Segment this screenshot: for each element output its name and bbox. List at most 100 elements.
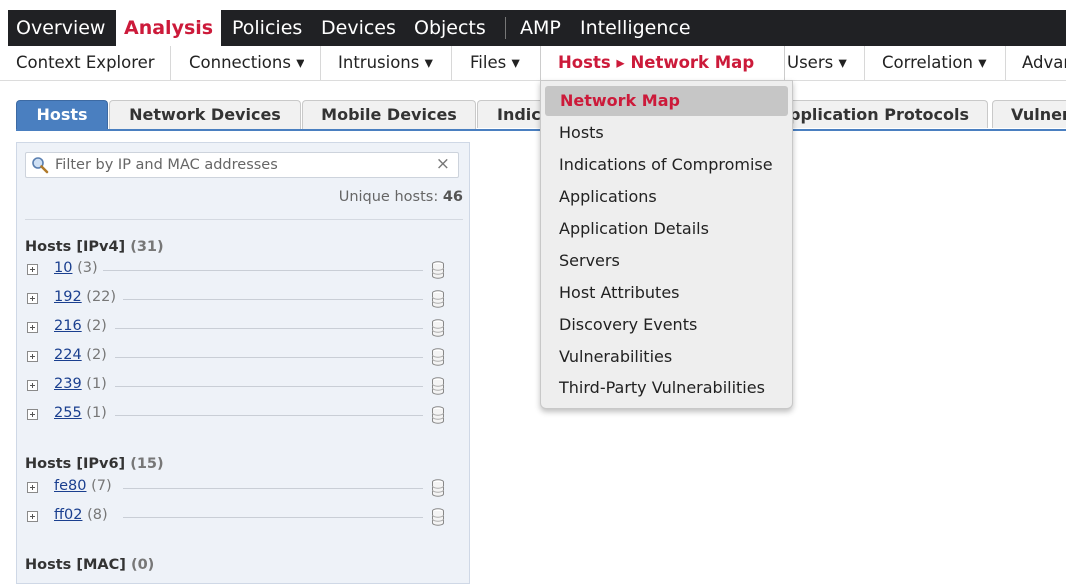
host-count: (7)	[91, 478, 112, 494]
expand-icon[interactable]	[27, 293, 38, 304]
row-leader	[115, 386, 423, 387]
host-row: 216 (2)	[27, 318, 455, 338]
expand-icon[interactable]	[27, 482, 38, 493]
subnav-divider	[864, 46, 865, 80]
group-title-text: Hosts [IPv4]	[25, 239, 126, 255]
group-title-text: Hosts [MAC]	[25, 557, 126, 573]
expand-icon[interactable]	[27, 409, 38, 420]
host-row: fe80 (7)	[27, 478, 455, 498]
expand-icon[interactable]	[27, 351, 38, 362]
close-icon[interactable]: ×	[436, 154, 450, 174]
expand-icon[interactable]	[27, 380, 38, 391]
subnav-files[interactable]: Files ▾	[470, 46, 520, 80]
expand-icon[interactable]	[27, 511, 38, 522]
menu-item-label: Network Map	[560, 91, 680, 110]
subnav-divider	[320, 46, 321, 80]
tab-network-devices[interactable]: Network Devices	[109, 100, 301, 129]
menu-item-applications[interactable]: Applications	[559, 187, 657, 206]
menu-item-host-attributes[interactable]: Host Attributes	[559, 283, 680, 302]
top-nav: Overview Analysis Policies Devices Objec…	[8, 10, 1066, 46]
expand-icon[interactable]	[27, 322, 38, 333]
nav-amp[interactable]: AMP	[512, 10, 569, 46]
menu-item-application-details[interactable]: Application Details	[559, 219, 709, 238]
menu-item-servers[interactable]: Servers	[559, 251, 620, 270]
subnav-intrusions[interactable]: Intrusions ▾	[338, 46, 433, 80]
sub-nav: Context Explorer Connections ▾ Intrusion…	[0, 46, 1066, 81]
host-label: 255 (1)	[54, 405, 107, 421]
database-icon[interactable]	[431, 347, 445, 367]
menu-item-third-party-vulnerabilities[interactable]: Third-Party Vulnerabilities	[559, 378, 765, 397]
database-icon[interactable]	[431, 507, 445, 527]
group-title-ipv6: Hosts [IPv6] (15)	[25, 456, 164, 472]
row-leader	[115, 415, 423, 416]
tab-indications[interactable]: Indic	[477, 100, 547, 128]
host-count: (8)	[87, 507, 108, 523]
host-row: 255 (1)	[27, 405, 455, 425]
host-link[interactable]: fe80	[54, 478, 86, 494]
group-title-ipv4: Hosts [IPv4] (31)	[25, 239, 164, 255]
subnav-users[interactable]: Users ▾	[787, 46, 847, 80]
tab-application-protocols[interactable]: pplication Protocols	[770, 100, 988, 128]
host-label: ff02 (8)	[54, 507, 108, 523]
search-icon	[32, 157, 49, 174]
nav-overview[interactable]: Overview	[8, 10, 113, 46]
unique-hosts: Unique hosts: 46	[339, 189, 463, 205]
host-count: (2)	[86, 318, 107, 334]
expand-icon[interactable]	[27, 264, 38, 275]
database-icon[interactable]	[431, 376, 445, 396]
filter-box: ×	[25, 152, 459, 178]
host-link[interactable]: 216	[54, 318, 82, 334]
nav-devices[interactable]: Devices	[313, 10, 404, 46]
nav-analysis[interactable]: Analysis	[116, 10, 222, 46]
host-link[interactable]: 224	[54, 347, 82, 363]
row-leader	[123, 299, 423, 300]
host-link[interactable]: ff02	[54, 507, 82, 523]
row-leader	[115, 357, 423, 358]
host-row: 192 (22)	[27, 289, 455, 309]
host-link[interactable]: 192	[54, 289, 82, 305]
tab-hosts[interactable]: Hosts	[16, 100, 108, 129]
subnav-connections[interactable]: Connections ▾	[189, 46, 304, 80]
host-count: (3)	[77, 260, 98, 276]
menu-item-discovery-events[interactable]: Discovery Events	[559, 315, 697, 334]
host-row: ff02 (8)	[27, 507, 455, 527]
unique-hosts-label: Unique hosts:	[338, 189, 439, 205]
subnav-advanced[interactable]: Advar	[1022, 46, 1066, 80]
tab-vulnerabilities[interactable]: Vulner	[992, 100, 1066, 128]
subnav-divider	[1005, 46, 1006, 80]
hosts-panel: × Unique hosts: 46 Hosts [IPv4] (31) 10 …	[16, 142, 470, 584]
nav-policies[interactable]: Policies	[224, 10, 310, 46]
divider	[25, 219, 463, 220]
host-label: 216 (2)	[54, 318, 107, 334]
tab-mobile-devices[interactable]: Mobile Devices	[302, 100, 476, 129]
menu-item-hosts[interactable]: Hosts	[559, 123, 604, 142]
row-leader	[103, 270, 423, 271]
host-link[interactable]: 239	[54, 376, 82, 392]
group-count: (31)	[130, 239, 164, 255]
subnav-context-explorer[interactable]: Context Explorer	[16, 46, 155, 80]
host-link[interactable]: 255	[54, 405, 82, 421]
subnav-correlation[interactable]: Correlation ▾	[882, 46, 987, 80]
menu-item-indications-of-compromise[interactable]: Indications of Compromise	[559, 155, 773, 174]
filter-input[interactable]	[53, 155, 437, 175]
host-label: 10 (3)	[54, 260, 98, 276]
host-count: (2)	[86, 347, 107, 363]
database-icon[interactable]	[431, 260, 445, 280]
host-count: (1)	[86, 376, 107, 392]
row-leader	[123, 517, 423, 518]
database-icon[interactable]	[431, 318, 445, 338]
group-title-mac: Hosts [MAC] (0)	[25, 557, 154, 573]
nav-intelligence[interactable]: Intelligence	[572, 10, 699, 46]
menu-item-network-map[interactable]: Network Map	[545, 86, 788, 116]
database-icon[interactable]	[431, 405, 445, 425]
group-count: (0)	[130, 557, 155, 573]
host-label: fe80 (7)	[54, 478, 112, 494]
host-link[interactable]: 10	[54, 260, 72, 276]
host-count: (1)	[86, 405, 107, 421]
nav-objects[interactable]: Objects	[406, 10, 494, 46]
subnav-hosts-network-map[interactable]: Hosts ▸ Network Map	[540, 46, 785, 81]
menu-item-vulnerabilities[interactable]: Vulnerabilities	[559, 347, 672, 366]
database-icon[interactable]	[431, 289, 445, 309]
group-count: (15)	[130, 456, 164, 472]
database-icon[interactable]	[431, 478, 445, 498]
